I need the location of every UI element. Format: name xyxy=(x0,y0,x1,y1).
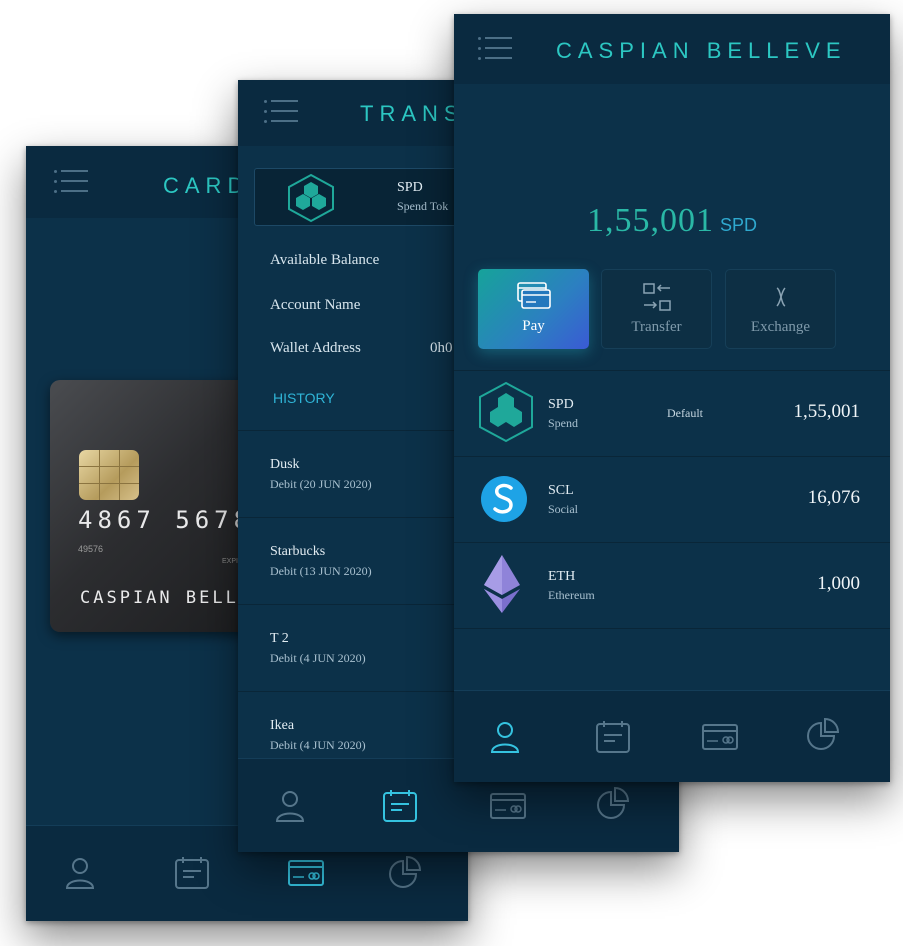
wallet-screen: CASPIAN BELLEVE 1,55,001 SPD Pay Transfer… xyxy=(454,14,890,782)
card-icon[interactable] xyxy=(702,724,738,750)
transaction-detail: Debit (20 JUN 2020) xyxy=(270,477,372,491)
transfer-icon xyxy=(602,282,711,312)
transaction-detail: Debit (4 JUN 2020) xyxy=(270,738,366,752)
transaction-detail: Debit (4 JUN 2020) xyxy=(270,651,366,665)
balance-amount: 1,55,001 xyxy=(586,202,714,239)
asset-list-end xyxy=(454,628,890,688)
asset-value: 16,076 xyxy=(807,487,860,508)
analytics-icon[interactable] xyxy=(596,787,630,821)
cards-icon xyxy=(478,281,589,311)
asset-value: 1,55,001 xyxy=(793,401,861,422)
transaction-name: Dusk xyxy=(270,457,300,472)
transfer-button[interactable]: Transfer xyxy=(601,269,712,349)
transactions-icon[interactable] xyxy=(174,856,210,890)
transactions-icon[interactable] xyxy=(595,720,631,754)
card-icon[interactable] xyxy=(288,860,324,886)
asset-symbol: SCL xyxy=(548,483,574,498)
transaction-name: Ikea xyxy=(270,718,295,733)
balance-currency: SPD xyxy=(719,215,757,235)
bottom-nav xyxy=(454,690,890,782)
token-symbol: SPD xyxy=(397,180,423,195)
token-name: Spend Tok xyxy=(397,199,449,213)
page-title: CASPIAN BELLEVE xyxy=(556,38,847,63)
transaction-name: Starbucks xyxy=(270,544,326,559)
default-tag: Default xyxy=(667,406,703,420)
account-name-label: Account Name xyxy=(270,297,361,313)
wallet-address-value: 0h0 xyxy=(430,340,453,356)
profile-icon[interactable] xyxy=(64,856,96,890)
page-title: TRANS xyxy=(360,101,465,126)
pay-label: Pay xyxy=(522,318,545,334)
transaction-name: T 2 xyxy=(270,631,289,646)
wallet-address-label: Wallet Address xyxy=(270,340,361,356)
asset-symbol: SPD xyxy=(548,397,574,412)
asset-symbol: ETH xyxy=(548,569,576,584)
asset-row[interactable]: SPD Spend Default 1,55,001 xyxy=(454,370,890,456)
menu-icon[interactable] xyxy=(264,99,298,125)
wallet-topbar: CASPIAN BELLEVE xyxy=(454,14,890,84)
card-expiry-label: EXPI xyxy=(222,558,238,565)
asset-value: 1,000 xyxy=(817,573,860,594)
card-number: 4867 5678 xyxy=(78,506,254,534)
card-small-number: 49576 xyxy=(78,544,104,554)
wallet-balance: 1,55,001 SPD xyxy=(454,202,890,240)
history-heading: HISTORY xyxy=(273,390,335,406)
analytics-icon[interactable] xyxy=(388,856,422,890)
card-icon[interactable] xyxy=(490,793,526,819)
asset-row[interactable]: SCL Social 16,076 xyxy=(454,456,890,542)
available-balance-label: Available Balance xyxy=(270,252,380,268)
asset-name: Ethereum xyxy=(548,588,595,602)
asset-name: Social xyxy=(548,502,578,516)
eth-logo xyxy=(482,553,522,620)
asset-name: Spend xyxy=(548,416,578,430)
menu-icon[interactable] xyxy=(54,169,88,195)
asset-row[interactable]: ETH Ethereum 1,000 xyxy=(454,542,890,628)
transfer-label: Transfer xyxy=(631,319,682,335)
transactions-icon[interactable] xyxy=(382,789,418,823)
analytics-icon[interactable] xyxy=(806,718,840,752)
profile-icon[interactable] xyxy=(274,789,306,823)
transaction-detail: Debit (13 JUN 2020) xyxy=(270,564,372,578)
profile-icon[interactable] xyxy=(489,720,521,754)
chip-icon xyxy=(79,450,139,500)
pay-button[interactable]: Pay xyxy=(478,269,589,349)
page-title: CARD xyxy=(163,173,250,198)
scl-logo xyxy=(480,475,528,528)
card-holder-name: CASPIAN BELL xyxy=(80,588,239,608)
exchange-icon xyxy=(726,282,835,312)
spd-hex-logo xyxy=(285,173,337,228)
menu-icon[interactable] xyxy=(478,36,512,62)
spd-hex-logo xyxy=(476,381,536,448)
exchange-button[interactable]: Exchange xyxy=(725,269,836,349)
exchange-label: Exchange xyxy=(750,319,811,335)
